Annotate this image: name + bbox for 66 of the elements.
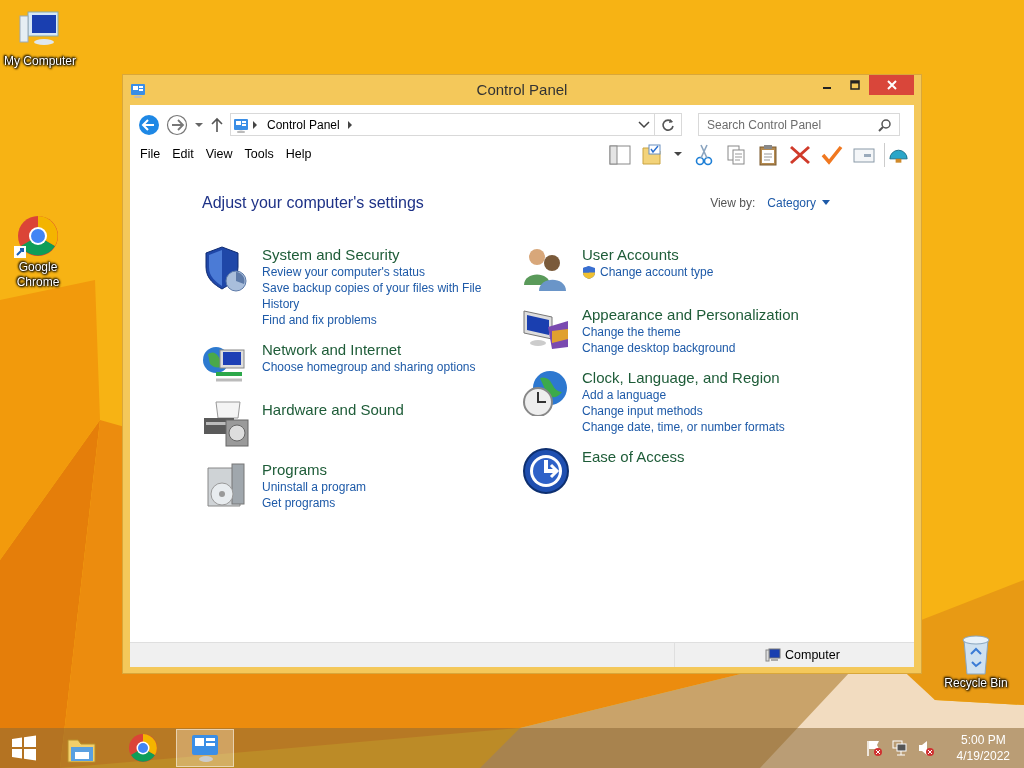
menu-item[interactable]: Edit (170, 145, 200, 164)
category-link[interactable]: Hardware and Sound (262, 400, 404, 419)
search-field[interactable]: Search Control Panel (698, 113, 900, 136)
category-link[interactable]: Clock, Language, and Region (582, 368, 785, 387)
caret-icon (822, 200, 830, 206)
page-heading: Adjust your computer's settings (202, 193, 424, 213)
forward-button[interactable] (166, 113, 188, 136)
control-panel-icon (233, 116, 251, 133)
task-link[interactable]: Get programs (262, 495, 367, 511)
view-by-dropdown[interactable]: Category (767, 194, 830, 212)
search-icon[interactable] (878, 117, 892, 132)
window-title: Control Panel (475, 79, 569, 100)
chevron-icon (251, 119, 259, 130)
accessibility-icon[interactable] (522, 447, 572, 495)
taskbar-button[interactable] (176, 729, 234, 767)
printer-icon[interactable] (202, 400, 252, 448)
control-panel-icon (130, 82, 146, 98)
back-icon (138, 113, 160, 136)
dropdown-icon[interactable] (638, 119, 650, 130)
task-link[interactable]: Change the theme (582, 324, 799, 340)
category-link[interactable]: User Accounts (582, 245, 714, 264)
task-link[interactable]: Review your computer's status (262, 264, 492, 280)
task-link[interactable]: Add a language (582, 387, 785, 403)
clock-date: 4/19/2022 (956, 748, 1010, 764)
refresh-icon (661, 117, 675, 132)
shell-icon[interactable] (884, 142, 910, 167)
category-link[interactable]: Network and Internet (262, 340, 476, 359)
flag-icon[interactable] (864, 739, 883, 757)
folder-icon[interactable] (640, 142, 664, 167)
menu-item[interactable]: File (138, 145, 167, 164)
address-path: Control Panel (267, 116, 340, 134)
task-link[interactable]: Change desktop background (582, 340, 799, 356)
clock-time: 5:00 PM (960, 732, 1006, 748)
chevron-icon (345, 119, 354, 130)
category-link[interactable]: Ease of Access (582, 447, 685, 466)
category-link[interactable]: System and Security (262, 245, 492, 264)
network-icon[interactable] (890, 739, 909, 757)
task-link[interactable]: Change account type (600, 264, 714, 280)
menu-item[interactable]: Tools (242, 145, 280, 164)
task-link[interactable]: Uninstall a program (262, 479, 367, 495)
up-button[interactable] (210, 116, 224, 133)
forward-icon (166, 113, 188, 136)
task-link[interactable]: Choose homegroup and sharing options (262, 359, 476, 375)
menu-item[interactable]: View (203, 145, 239, 164)
category-link[interactable]: Appearance and Personalization (582, 305, 799, 324)
windows-logo-icon (11, 735, 37, 761)
volume-muted-icon[interactable] (916, 739, 935, 757)
close-button[interactable] (869, 75, 914, 95)
task-link[interactable]: Find and fix problems (262, 312, 492, 328)
status-text: Computer (785, 646, 840, 664)
maximize-icon (850, 80, 860, 90)
task-link[interactable]: Change input methods (582, 403, 785, 419)
computer-icon (765, 648, 781, 662)
back-button[interactable] (138, 113, 160, 136)
address-field[interactable]: Control Panel (230, 113, 682, 136)
clipboard-icon[interactable] (756, 142, 780, 167)
category-link[interactable]: Programs (262, 460, 367, 479)
control-panel-icon (189, 732, 221, 764)
minimize-icon (823, 87, 831, 89)
menu-item[interactable]: Help (283, 145, 318, 164)
close-icon (886, 80, 897, 90)
task-link[interactable]: Save backup copies of your files with File History (262, 280, 492, 312)
up-arrow-icon (210, 116, 224, 133)
chrome-icon (127, 732, 159, 764)
view-by-label: View by: (710, 195, 756, 212)
task-link[interactable]: Change date, time, or number formats (582, 419, 785, 435)
